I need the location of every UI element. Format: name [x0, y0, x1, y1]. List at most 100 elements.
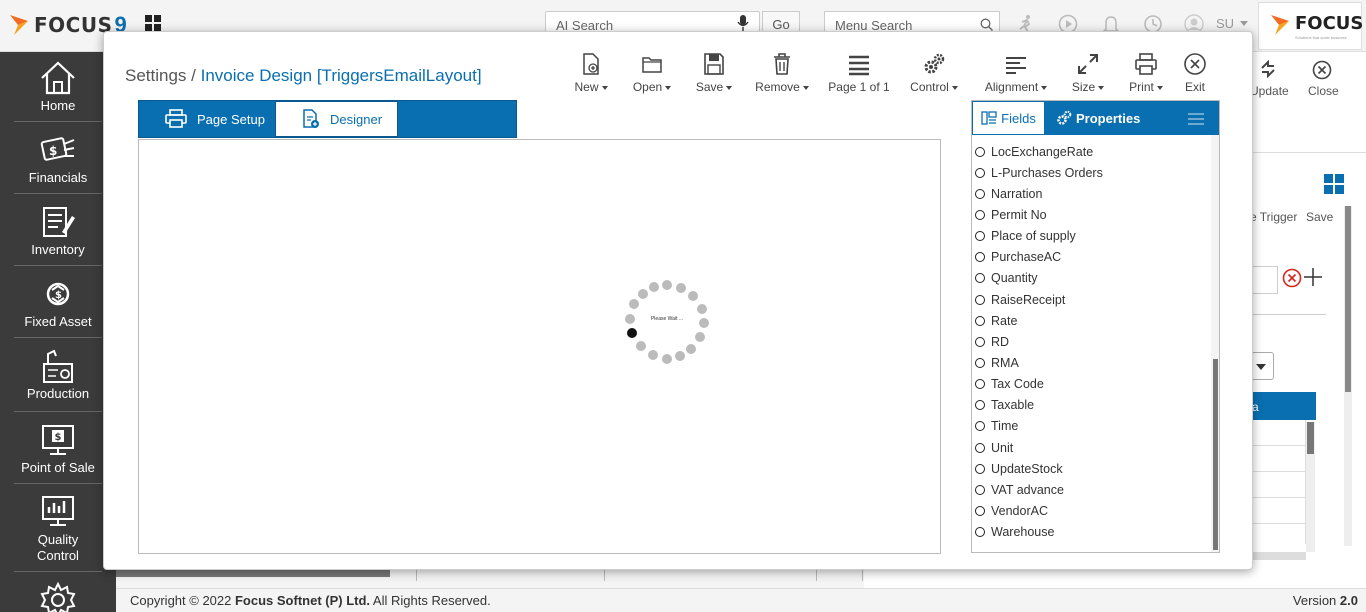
- sidebar-item-settings[interactable]: [14, 580, 102, 612]
- radio-icon[interactable]: [975, 336, 985, 347]
- field-list-item[interactable]: Place of supply: [975, 226, 1207, 247]
- chevron-down-icon: [601, 85, 608, 90]
- search-icon[interactable]: [980, 18, 993, 31]
- radio-icon[interactable]: [975, 442, 985, 453]
- field-list-item[interactable]: UpdateStock: [975, 458, 1207, 479]
- bg-page-scrollbar[interactable]: [1344, 206, 1352, 546]
- apps-grid-icon[interactable]: [145, 15, 161, 31]
- field-list-item[interactable]: Rate: [975, 310, 1207, 331]
- field-list-item[interactable]: RMA: [975, 352, 1207, 373]
- field-list-item[interactable]: Permit No: [975, 204, 1207, 225]
- bg-h-scrollbar[interactable]: [1248, 552, 1306, 560]
- radio-icon[interactable]: [975, 167, 985, 178]
- tab-properties[interactable]: Properties: [1056, 101, 1140, 135]
- field-list-item[interactable]: VAT advance: [975, 479, 1207, 500]
- new-button[interactable]: New: [570, 52, 612, 94]
- print-button[interactable]: Print: [1126, 52, 1166, 94]
- field-label: Time: [991, 419, 1019, 434]
- bg-scrollbar[interactable]: [1306, 422, 1315, 552]
- quality-control-icon: [42, 496, 74, 526]
- field-label: LocExchangeRate: [991, 144, 1094, 159]
- save-button[interactable]: Save: [692, 52, 736, 94]
- update-icon[interactable]: [1260, 60, 1276, 78]
- sidebar-item-fixed-asset[interactable]: $ Fixed Asset: [14, 274, 102, 338]
- add-icon[interactable]: [1302, 266, 1324, 288]
- page-footer: Copyright © 2022 Focus Softnet (P) Ltd. …: [116, 588, 1366, 612]
- radio-icon[interactable]: [975, 357, 985, 368]
- user-initials[interactable]: SU: [1216, 16, 1234, 31]
- size-button[interactable]: Size: [1068, 52, 1108, 94]
- radio-icon[interactable]: [975, 527, 985, 538]
- radio-icon[interactable]: [975, 231, 985, 242]
- chevron-down-icon: [1256, 364, 1266, 370]
- field-list-scrollbar[interactable]: [1211, 135, 1219, 552]
- control-button[interactable]: Control: [906, 52, 962, 94]
- sidebar-item-point-of-sale[interactable]: $ Point of Sale: [14, 420, 102, 484]
- sidebar-item-financials[interactable]: $ Financials: [14, 130, 102, 194]
- save-button-label: Save: [695, 80, 724, 94]
- field-list-item[interactable]: RD: [975, 331, 1207, 352]
- radio-icon[interactable]: [975, 209, 985, 220]
- chevron-down-icon: [951, 85, 958, 90]
- bg-scrollbar-thumb[interactable]: [1307, 422, 1314, 454]
- sidebar-item-production[interactable]: Production: [14, 346, 102, 412]
- field-list-item[interactable]: Time: [975, 416, 1207, 437]
- radio-icon[interactable]: [975, 463, 985, 474]
- field-label: L-Purchases Orders: [991, 165, 1103, 180]
- radio-icon[interactable]: [975, 188, 985, 199]
- field-list-item[interactable]: LocExchangeRate: [975, 141, 1207, 162]
- radio-icon[interactable]: [975, 484, 985, 495]
- grid-view-icon[interactable]: [1324, 174, 1344, 194]
- field-list-item[interactable]: L-Purchases Orders: [975, 162, 1207, 183]
- radio-icon[interactable]: [975, 379, 985, 390]
- design-canvas[interactable]: Please Wait ...: [138, 139, 941, 554]
- print-icon: [1135, 53, 1157, 75]
- field-list-item[interactable]: Warehouse: [975, 522, 1207, 543]
- save-button-label[interactable]: Save: [1306, 210, 1333, 224]
- trigger-button-label[interactable]: e Trigger: [1250, 210, 1297, 224]
- hamburger-menu-icon[interactable]: [1188, 113, 1204, 125]
- open-button[interactable]: Open: [628, 52, 676, 94]
- tab-fields[interactable]: Fields: [972, 101, 1045, 135]
- close-icon[interactable]: [1312, 60, 1332, 80]
- copyright-text: Copyright © 2022 Focus Softnet (P) Ltd. …: [130, 593, 491, 608]
- company-logo-mark-icon: [1271, 15, 1289, 35]
- radio-icon[interactable]: [975, 146, 985, 157]
- update-button-label[interactable]: Update: [1250, 84, 1289, 98]
- remove-button[interactable]: Remove: [752, 52, 812, 94]
- field-list-item[interactable]: VendorAC: [975, 500, 1207, 521]
- page-indicator[interactable]: Page 1 of 1: [826, 52, 892, 94]
- field-list-item[interactable]: Narration: [975, 183, 1207, 204]
- user-menu-caret-icon[interactable]: [1240, 21, 1248, 26]
- exit-button[interactable]: Exit: [1180, 52, 1210, 94]
- field-label: Unit: [991, 440, 1014, 455]
- bg-page-scrollbar-thumb[interactable]: [1345, 206, 1351, 392]
- tab-designer[interactable]: Designer: [275, 101, 398, 137]
- field-list-item[interactable]: RaiseReceipt: [975, 289, 1207, 310]
- radio-icon[interactable]: [975, 273, 985, 284]
- resize-icon: [1078, 54, 1098, 74]
- radio-icon[interactable]: [975, 252, 985, 263]
- field-list-scrollbar-thumb[interactable]: [1213, 359, 1218, 550]
- microphone-icon[interactable]: [737, 15, 749, 31]
- field-list-item[interactable]: Unit: [975, 437, 1207, 458]
- tab-page-setup[interactable]: Page Setup: [139, 101, 275, 137]
- sidebar-item-quality-control[interactable]: Quality Control: [14, 492, 102, 572]
- radio-icon[interactable]: [975, 505, 985, 516]
- field-list-item[interactable]: Tax Code: [975, 374, 1207, 395]
- field-list-item[interactable]: Taxable: [975, 395, 1207, 416]
- close-button-label[interactable]: Close: [1308, 84, 1339, 98]
- radio-icon[interactable]: [975, 400, 985, 411]
- radio-icon[interactable]: [975, 421, 985, 432]
- alignment-button[interactable]: Alignment: [981, 52, 1051, 94]
- remove-circle-icon[interactable]: [1282, 268, 1302, 288]
- chevron-down-icon: [1098, 85, 1105, 90]
- radio-icon[interactable]: [975, 294, 985, 305]
- sidebar-item-home[interactable]: Home: [14, 58, 102, 122]
- field-list-item[interactable]: Quantity: [975, 268, 1207, 289]
- exit-icon: [1184, 53, 1206, 75]
- sidebar-item-inventory[interactable]: Inventory: [14, 202, 102, 266]
- radio-icon[interactable]: [975, 315, 985, 326]
- breadcrumb-root[interactable]: Settings /: [125, 66, 196, 85]
- field-list-item[interactable]: PurchaseAC: [975, 247, 1207, 268]
